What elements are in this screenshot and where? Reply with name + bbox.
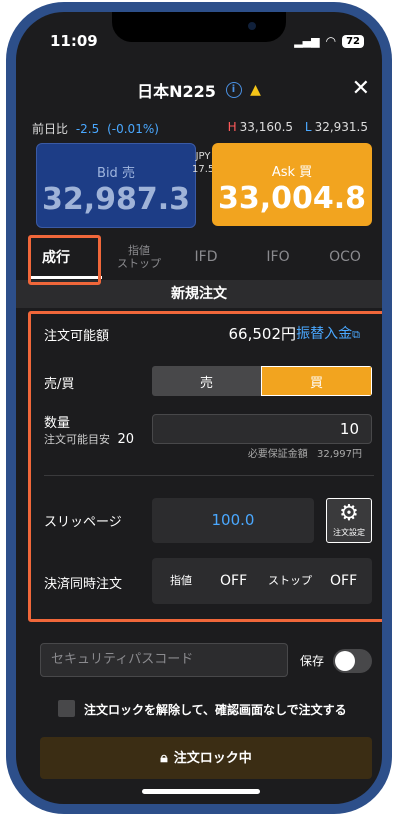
- status-right: ▂▄▆ ◠ 72: [294, 34, 364, 48]
- bid-price: 32,987.3: [41, 182, 191, 217]
- high-label: H: [227, 120, 237, 134]
- info-icon[interactable]: i: [225, 82, 242, 98]
- lock-icon: 🔒︎: [160, 750, 168, 766]
- security-passcode-input[interactable]: セキュリティパスコード: [40, 643, 288, 677]
- ask-price: 33,004.8: [217, 181, 367, 216]
- prev-day-label: 前日比: [32, 122, 69, 136]
- warning-icon[interactable]: ▲: [250, 82, 261, 98]
- phone-frame: 11:09 ▂▄▆ ◠ 72 日本N225 i ▲ ✕ 前日比 -2.5 (-0…: [6, 2, 392, 814]
- save-toggle[interactable]: [333, 649, 372, 673]
- spread: JPY 17.5: [192, 150, 214, 176]
- app-screen: 11:09 ▂▄▆ ◠ 72 日本N225 i ▲ ✕ 前日比 -2.5 (-0…: [16, 12, 382, 804]
- ask-buy-button[interactable]: Ask 買 33,004.8: [212, 143, 372, 226]
- signal-icon: ▂▄▆: [294, 34, 320, 48]
- wifi-icon: ◠: [325, 34, 337, 48]
- form-highlight-box: [28, 311, 382, 622]
- tab-ifo[interactable]: IFO: [238, 234, 318, 280]
- tab-oco[interactable]: OCO: [308, 234, 382, 280]
- toggle-knob: [335, 651, 355, 671]
- high-value: 33,160.5: [239, 120, 294, 134]
- order-lock-button[interactable]: 🔒︎ 注文ロック中: [40, 737, 372, 779]
- save-label: 保存: [300, 654, 325, 668]
- tab-ifd[interactable]: IFD: [166, 234, 246, 280]
- home-indicator[interactable]: [142, 789, 260, 794]
- bid-label: Bid 売: [97, 166, 135, 181]
- low-value: 32,931.5: [314, 120, 368, 134]
- close-icon[interactable]: ✕: [352, 76, 370, 101]
- quote-bar: 前日比 -2.5 (-0.01%) H 33,160.5 L 32,931.5: [16, 120, 382, 140]
- change-percent: (-0.01%): [107, 122, 159, 136]
- page-title: 日本N225 i ▲: [16, 78, 382, 102]
- low-label: L: [304, 120, 312, 134]
- header: 日本N225 i ▲ ✕: [16, 72, 382, 108]
- unlock-checkbox[interactable]: [58, 700, 75, 717]
- ask-label: Ask 買: [271, 165, 313, 180]
- order-lock-label: 注文ロック中: [173, 751, 252, 766]
- tab-highlight-box: [28, 235, 101, 285]
- status-time: 11:09: [50, 32, 98, 50]
- status-bar: 11:09 ▂▄▆ ◠ 72: [16, 12, 382, 58]
- change-value: -2.5: [75, 122, 100, 136]
- prev-day-change: 前日比 -2.5 (-0.01%): [32, 120, 159, 137]
- spread-value: 17.5: [192, 164, 215, 175]
- instrument-name: 日本N225: [137, 82, 216, 101]
- bid-sell-button[interactable]: Bid 売 32,987.3: [36, 143, 196, 228]
- spread-currency: JPY: [195, 151, 211, 162]
- battery-icon: 72: [342, 34, 364, 48]
- unlock-checkbox-label[interactable]: 注文ロックを解除して、確認画面なしで注文する: [84, 701, 347, 718]
- high-low: H 33,160.5 L 32,931.5: [228, 120, 368, 134]
